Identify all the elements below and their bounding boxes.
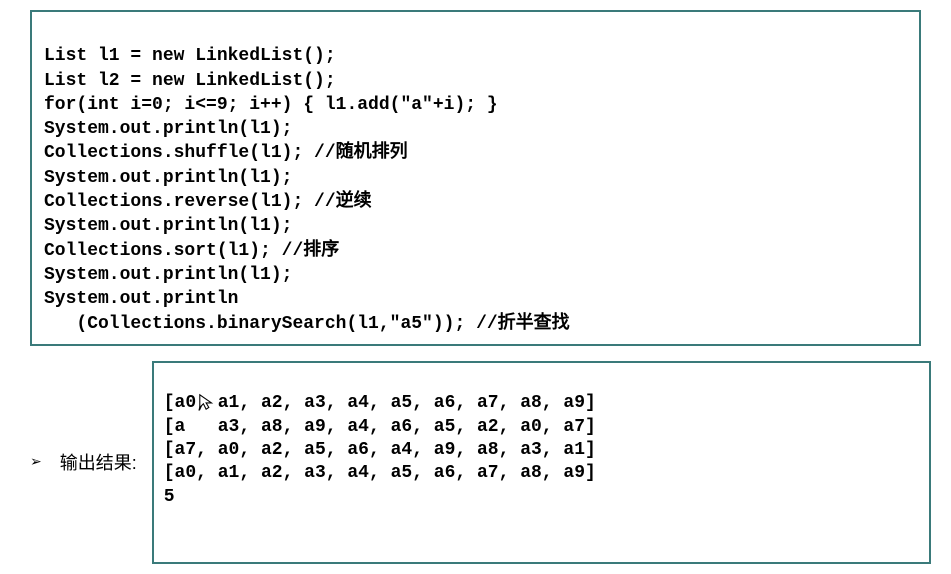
code-block: List l1 = new LinkedList(); List l2 = ne…: [30, 10, 921, 346]
output-label-wrap: ➢ 输出结果:: [20, 449, 137, 475]
code-line: System.out.println(l1);: [44, 216, 292, 236]
code-line: System.out.println: [44, 289, 238, 309]
output-line: [a a3, a8, a9, a4, a6, a5, a2, a0, a7]: [164, 417, 596, 437]
code-line: Collections.shuffle(l1); //随机排列: [44, 143, 408, 163]
bullet-icon: ➢: [30, 454, 42, 471]
output-line: 5: [164, 487, 175, 507]
code-line: List l1 = new LinkedList();: [44, 46, 336, 66]
code-line: System.out.println(l1);: [44, 265, 292, 285]
code-line: System.out.println(l1);: [44, 168, 292, 188]
code-line: for(int i=0; i<=9; i++) { l1.add("a"+i);…: [44, 95, 498, 115]
output-block: [a0, a1, a2, a3, a4, a5, a6, a7, a8, a9]…: [152, 361, 931, 564]
code-line: Collections.reverse(l1); //逆续: [44, 192, 372, 212]
code-line: System.out.println(l1);: [44, 119, 292, 139]
code-line: (Collections.binarySearch(l1,"a5")); //折…: [44, 314, 570, 334]
output-label: 输出结果:: [60, 449, 137, 475]
output-row: ➢ 输出结果: [a0, a1, a2, a3, a4, a5, a6, a7,…: [20, 361, 931, 564]
output-line: [a0, a1, a2, a3, a4, a5, a6, a7, a8, a9]: [164, 463, 596, 483]
output-line: [a0, a1, a2, a3, a4, a5, a6, a7, a8, a9]: [164, 393, 596, 413]
code-line: Collections.sort(l1); //排序: [44, 241, 339, 261]
code-line: List l2 = new LinkedList();: [44, 71, 336, 91]
output-line: [a7, a0, a2, a5, a6, a4, a9, a8, a3, a1]: [164, 440, 596, 460]
